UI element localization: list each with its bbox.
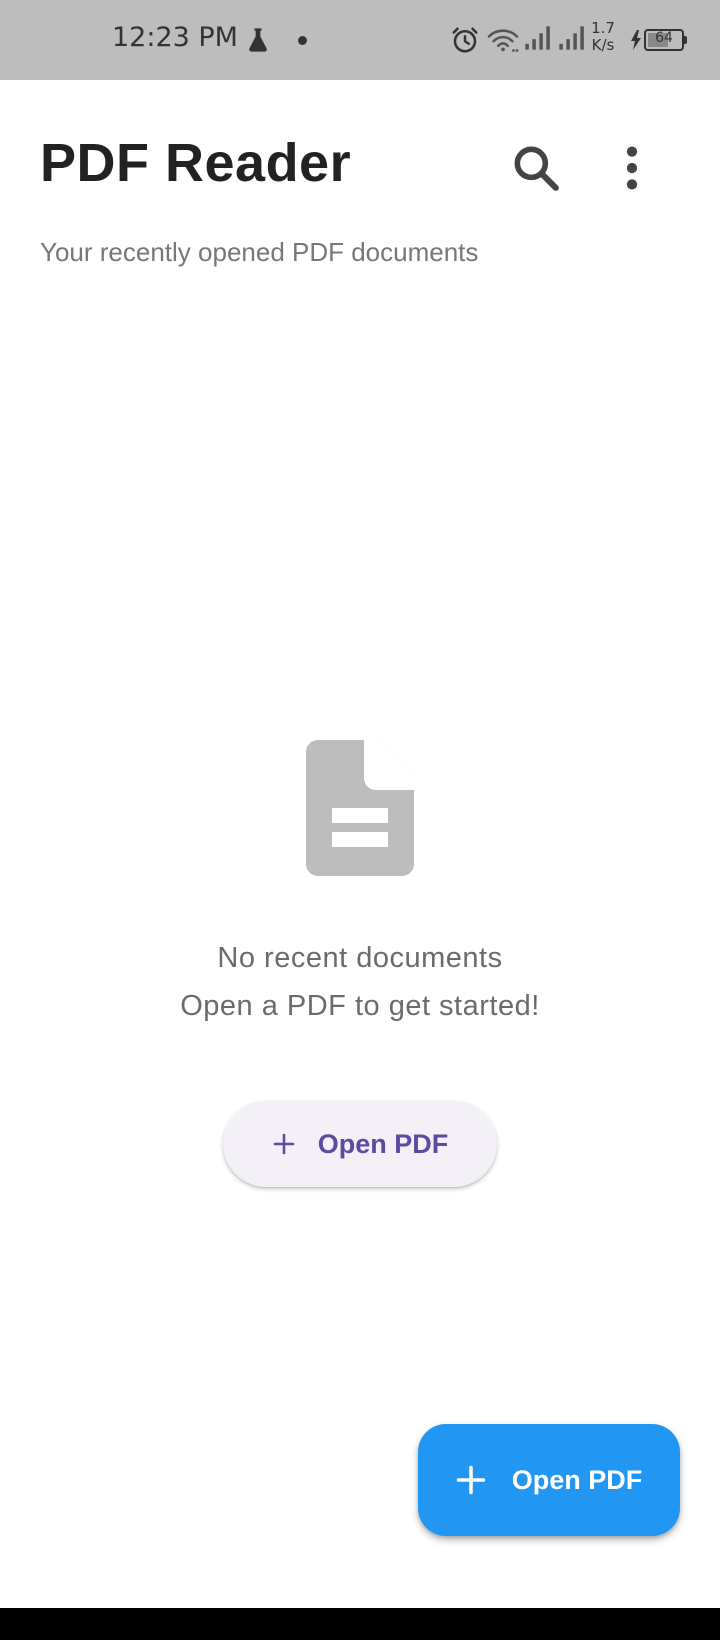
empty-state-message: Open a PDF to get started! [180, 990, 540, 1022]
network-speed-value: 1.7 [591, 19, 615, 37]
charging-icon [631, 30, 641, 50]
battery-level: 64 [655, 30, 673, 46]
empty-state-title: No recent documents [217, 942, 503, 974]
network-speed-unit: K/s [591, 36, 615, 54]
search-icon[interactable] [508, 140, 564, 196]
signal-icon [525, 26, 550, 50]
page-subtitle: Your recently opened PDF documents [40, 237, 479, 267]
open-pdf-button[interactable]: Open PDF [223, 1101, 497, 1187]
wifi-icon [487, 29, 519, 52]
open-pdf-fab-label: Open PDF [511, 1464, 643, 1495]
battery-icon: 64 [644, 29, 687, 51]
network-speed: 1.7 K/s [588, 20, 618, 54]
flask-icon [249, 28, 267, 52]
status-bar: 12:23 PM 1.7 K/s 64 [0, 0, 720, 80]
alarm-icon [452, 27, 478, 53]
signal-icon-2 [559, 26, 584, 50]
page-title: PDF Reader [40, 133, 352, 193]
battery-cap [684, 36, 687, 44]
navigation-bar [0, 1608, 720, 1640]
more-vert-icon[interactable] [604, 140, 660, 196]
open-pdf-button-label: Open PDF [317, 1128, 449, 1159]
notification-dot-icon [298, 36, 307, 45]
status-time: 12:23 PM [112, 22, 238, 53]
open-pdf-fab[interactable]: Open PDF [418, 1424, 680, 1536]
plus-icon [273, 1133, 295, 1155]
document-icon [306, 740, 414, 876]
plus-icon [456, 1465, 485, 1495]
